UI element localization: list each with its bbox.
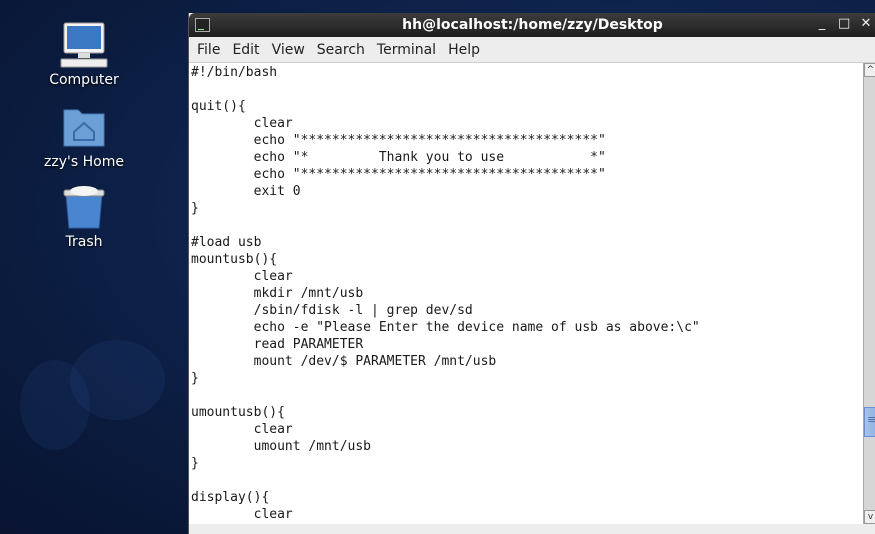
close-button[interactable]: ✕	[860, 16, 872, 31]
desktop-icon-label: Computer	[49, 72, 119, 88]
scroll-down-button[interactable]: v	[864, 510, 875, 524]
minimize-button[interactable]: _	[816, 16, 828, 31]
desktop-icon-trash[interactable]: Trash	[34, 184, 134, 250]
terminal-line: mountusb(){	[191, 252, 278, 267]
terminal-line: clear	[191, 269, 293, 284]
menu-file[interactable]: File	[191, 42, 226, 58]
terminal-window: hh@localhost:/home/zzy/Desktop _ □ ✕ Fil…	[188, 13, 875, 534]
desktop-icon-computer[interactable]: Computer	[34, 22, 134, 88]
terminal-line: echo -e "Please Enter the device name of…	[191, 320, 700, 335]
terminal-line: }	[191, 371, 199, 386]
terminal-line: #load usb	[191, 235, 262, 250]
menu-terminal[interactable]: Terminal	[371, 42, 442, 58]
terminal-text: #!/bin/bash quit(){ clear echo "********…	[189, 63, 863, 523]
scroll-thumb[interactable]	[864, 407, 875, 438]
menu-view[interactable]: View	[266, 42, 311, 58]
terminal-line: umountusb(){	[191, 405, 285, 420]
menu-bar: File Edit View Search Terminal Help	[189, 37, 875, 63]
maximize-button[interactable]: □	[838, 16, 850, 31]
desktop-icon-label: zzy's Home	[44, 154, 124, 170]
terminal-line: exit 0	[191, 184, 301, 199]
desktop-icon-label: Trash	[65, 234, 103, 250]
title-bar[interactable]: hh@localhost:/home/zzy/Desktop _ □ ✕	[189, 13, 875, 37]
terminal-line: clear	[191, 116, 293, 131]
window-title: hh@localhost:/home/zzy/Desktop	[402, 17, 663, 33]
terminal-line: display(){	[191, 490, 270, 505]
desktop-icon-home[interactable]: zzy's Home	[34, 104, 134, 170]
terminal-line: /sbin/fdisk -l | grep dev/sd	[191, 303, 473, 318]
terminal-line: }	[191, 456, 199, 471]
background-bokeh	[20, 360, 90, 450]
terminal-content[interactable]: #!/bin/bash quit(){ clear echo "********…	[189, 63, 863, 524]
window-border	[189, 524, 875, 534]
menu-search[interactable]: Search	[311, 42, 371, 58]
terminal-line: clear	[191, 422, 293, 437]
vertical-scrollbar[interactable]: ^ v	[863, 63, 875, 524]
terminal-line: echo "**********************************…	[191, 167, 606, 182]
terminal-line: mkdir /mnt/usb	[191, 286, 364, 301]
terminal-line: #!/bin/bash	[191, 65, 278, 80]
terminal-line: echo "* Thank you to use *"	[191, 150, 606, 165]
terminal-line: umount /mnt/usb	[191, 439, 372, 454]
home-folder-icon	[58, 104, 110, 152]
computer-icon	[58, 22, 110, 70]
terminal-line: }	[191, 201, 199, 216]
scroll-up-button[interactable]: ^	[864, 63, 875, 77]
menu-edit[interactable]: Edit	[226, 42, 265, 58]
menu-help[interactable]: Help	[442, 42, 486, 58]
terminal-line: echo "**********************************…	[191, 133, 606, 148]
terminal-line: clear	[191, 507, 293, 522]
trash-icon	[58, 184, 110, 232]
terminal-line: quit(){	[191, 99, 246, 114]
terminal-line: read PARAMETER	[191, 337, 364, 352]
terminal-line: mount /dev/$ PARAMETER /mnt/usb	[191, 354, 497, 369]
